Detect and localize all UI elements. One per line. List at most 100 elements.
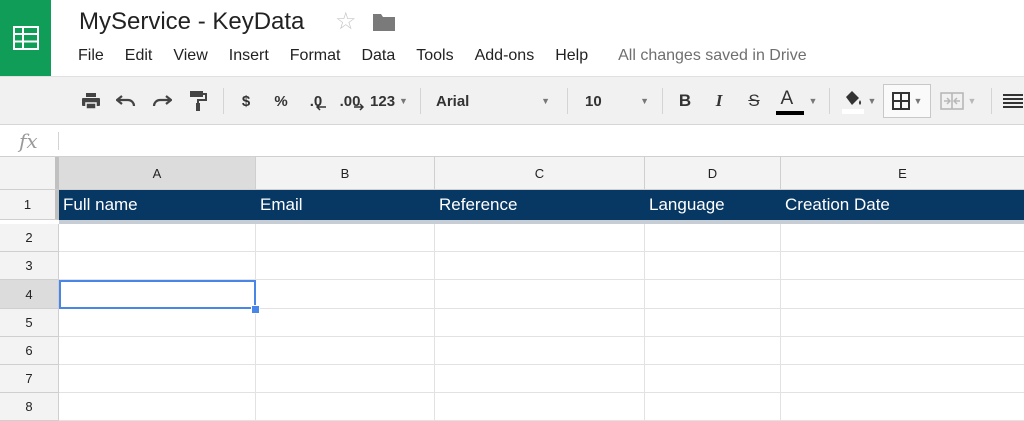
font-size-dropdown[interactable]: 10 ▼ bbox=[585, 77, 649, 125]
text-color-label: A bbox=[780, 88, 794, 109]
cell-b7[interactable] bbox=[256, 365, 435, 393]
menu-insert[interactable]: Insert bbox=[229, 45, 269, 67]
cell-d1[interactable]: Language bbox=[645, 190, 781, 220]
row-header-2[interactable]: 2 bbox=[0, 224, 59, 252]
paint-format-button[interactable] bbox=[187, 77, 209, 125]
menu-tools[interactable]: Tools bbox=[416, 45, 453, 67]
redo-button[interactable] bbox=[151, 77, 173, 125]
folder-icon[interactable] bbox=[372, 12, 396, 32]
cell-c7[interactable] bbox=[435, 365, 645, 393]
cell-b4[interactable] bbox=[256, 280, 435, 309]
cell-e5[interactable] bbox=[781, 309, 1024, 337]
sheets-logo[interactable] bbox=[0, 0, 51, 76]
decrease-decimals-button[interactable]: .0 bbox=[302, 77, 330, 125]
row-header-7[interactable]: 7 bbox=[0, 365, 59, 393]
undo-button[interactable] bbox=[115, 77, 137, 125]
cell-c8[interactable] bbox=[435, 393, 645, 421]
bold-button[interactable]: B bbox=[676, 77, 694, 125]
strikethrough-button[interactable]: S bbox=[745, 77, 763, 125]
cell-a6[interactable] bbox=[59, 337, 256, 365]
menu-data[interactable]: Data bbox=[361, 45, 395, 67]
cell-e8[interactable] bbox=[781, 393, 1024, 421]
italic-button[interactable]: I bbox=[710, 77, 728, 125]
menu-add-ons[interactable]: Add-ons bbox=[475, 45, 535, 67]
cell-d3[interactable] bbox=[645, 252, 781, 280]
row-header-3[interactable]: 3 bbox=[0, 252, 59, 280]
more-formats-dropdown[interactable]: 123 ▼ bbox=[368, 77, 410, 125]
cell-b5[interactable] bbox=[256, 309, 435, 337]
increase-decimals-button[interactable]: .00 bbox=[336, 77, 364, 125]
borders-button[interactable]: ▼ bbox=[883, 84, 931, 118]
cell-e6[interactable] bbox=[781, 337, 1024, 365]
cell-c4[interactable] bbox=[435, 280, 645, 309]
toolbar-separator bbox=[223, 88, 224, 114]
cell-d2[interactable] bbox=[645, 224, 781, 252]
cell-e3[interactable] bbox=[781, 252, 1024, 280]
select-all-corner[interactable] bbox=[0, 157, 59, 190]
cell-c1[interactable]: Reference bbox=[435, 190, 645, 220]
save-status[interactable]: All changes saved in Drive bbox=[618, 45, 807, 67]
cell-b1[interactable]: Email bbox=[256, 190, 435, 220]
cell-a2[interactable] bbox=[59, 224, 256, 252]
cell-b3[interactable] bbox=[256, 252, 435, 280]
formula-input[interactable] bbox=[66, 125, 1016, 156]
document-title[interactable]: MyService - KeyData bbox=[79, 7, 304, 37]
horizontal-align-button[interactable] bbox=[1003, 77, 1024, 125]
cell-a5[interactable] bbox=[59, 309, 256, 337]
cell-d8[interactable] bbox=[645, 393, 781, 421]
frozen-row-divider[interactable] bbox=[59, 220, 1024, 224]
formula-bar: fx bbox=[0, 125, 1024, 157]
toolbar-separator bbox=[567, 88, 568, 114]
fill-color-button[interactable]: ▼ bbox=[838, 77, 880, 125]
row-header-4[interactable]: 4 bbox=[0, 280, 59, 309]
percent-format-button[interactable]: % bbox=[271, 77, 291, 125]
cell-d6[interactable] bbox=[645, 337, 781, 365]
cell-d4[interactable] bbox=[645, 280, 781, 309]
cell-a1[interactable]: Full name bbox=[59, 190, 256, 220]
row-header-5[interactable]: 5 bbox=[0, 309, 59, 337]
merge-cells-button[interactable]: ▼ bbox=[935, 77, 981, 125]
cell-e4[interactable] bbox=[781, 280, 1024, 309]
toolbar-separator bbox=[662, 88, 663, 114]
chevron-down-icon: ▼ bbox=[913, 96, 923, 106]
cell-c6[interactable] bbox=[435, 337, 645, 365]
active-cell-selection[interactable] bbox=[59, 280, 256, 309]
menu-format[interactable]: Format bbox=[290, 45, 341, 67]
cell-e7[interactable] bbox=[781, 365, 1024, 393]
cell-c2[interactable] bbox=[435, 224, 645, 252]
row-header-6[interactable]: 6 bbox=[0, 337, 59, 365]
column-header-d[interactable]: D bbox=[645, 157, 781, 190]
text-color-button[interactable]: A ▼ bbox=[773, 77, 819, 125]
font-family-dropdown[interactable]: Arial ▼ bbox=[436, 77, 550, 125]
text-color-bar bbox=[775, 111, 804, 115]
cell-b2[interactable] bbox=[256, 224, 435, 252]
more-formats-label: 123 bbox=[370, 92, 396, 110]
cell-a7[interactable] bbox=[59, 365, 256, 393]
cell-d5[interactable] bbox=[645, 309, 781, 337]
cell-c5[interactable] bbox=[435, 309, 645, 337]
cell-e2[interactable] bbox=[781, 224, 1024, 252]
menu-view[interactable]: View bbox=[173, 45, 207, 67]
cell-b8[interactable] bbox=[256, 393, 435, 421]
cell-c3[interactable] bbox=[435, 252, 645, 280]
menu-help[interactable]: Help bbox=[555, 45, 588, 67]
star-icon[interactable]: ☆ bbox=[335, 8, 357, 36]
row-header-8[interactable]: 8 bbox=[0, 393, 59, 421]
menu-file[interactable]: File bbox=[78, 45, 104, 67]
column-header-e[interactable]: E bbox=[781, 157, 1024, 190]
cell-a8[interactable] bbox=[59, 393, 256, 421]
cell-d7[interactable] bbox=[645, 365, 781, 393]
row-header-1[interactable]: 1 bbox=[0, 190, 59, 220]
cell-a3[interactable] bbox=[59, 252, 256, 280]
fill-handle[interactable] bbox=[251, 305, 260, 314]
borders-icon bbox=[891, 92, 910, 110]
menu-edit[interactable]: Edit bbox=[125, 45, 153, 67]
column-header-a[interactable]: A bbox=[59, 157, 256, 190]
chevron-down-icon: ▼ bbox=[399, 96, 408, 106]
print-button[interactable] bbox=[80, 77, 102, 125]
column-header-c[interactable]: C bbox=[435, 157, 645, 190]
cell-e1[interactable]: Creation Date bbox=[781, 190, 1024, 220]
cell-b6[interactable] bbox=[256, 337, 435, 365]
column-header-b[interactable]: B bbox=[256, 157, 435, 190]
currency-format-button[interactable]: $ bbox=[238, 77, 254, 125]
